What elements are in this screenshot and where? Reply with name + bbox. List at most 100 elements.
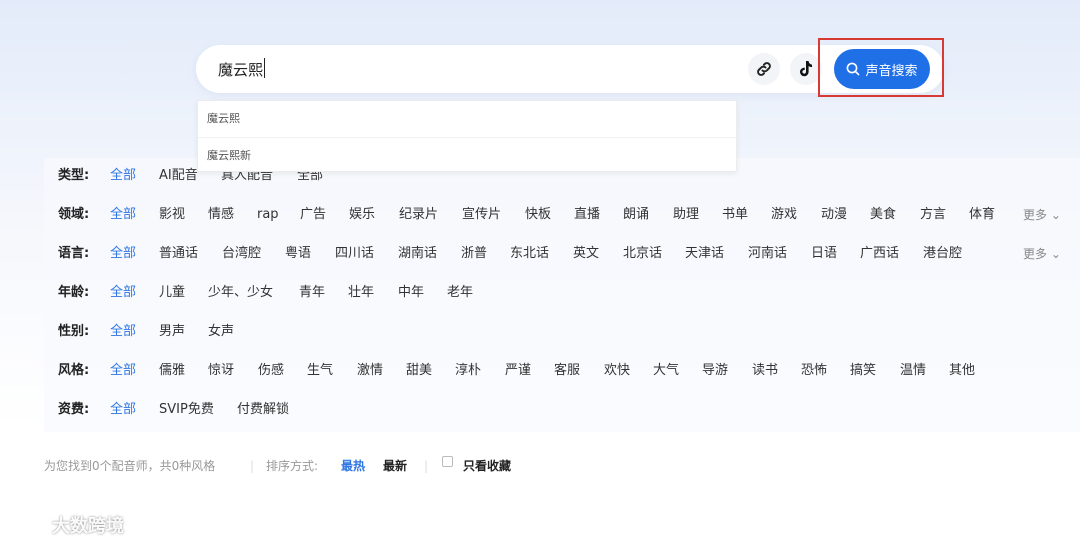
filter-option[interactable]: 美食 bbox=[870, 205, 896, 225]
more-toggle[interactable]: 更多 ⌄ bbox=[1023, 205, 1061, 225]
filter-panel: 类型: 全部 AI配音 真人配音 全部 领域: 全部 影视 情感 rap 广告 … bbox=[44, 158, 1080, 432]
filter-option[interactable]: 影视 bbox=[159, 205, 185, 225]
filter-option[interactable]: 广告 bbox=[300, 205, 326, 225]
filter-row-domain: 领域: 全部 影视 情感 rap 广告 娱乐 纪录片 宣传片 快板 直播 朗诵 … bbox=[58, 205, 1078, 225]
watermark: 大数跨境 bbox=[8, 512, 124, 538]
filter-option[interactable]: 读书 bbox=[752, 361, 778, 381]
suggestion-item[interactable]: 魔云熙 bbox=[198, 101, 736, 137]
only-favorites-checkbox[interactable] bbox=[442, 456, 453, 467]
filter-option[interactable]: 台湾腔 bbox=[222, 244, 261, 264]
filter-option[interactable]: 情感 bbox=[208, 205, 234, 225]
more-toggle[interactable]: 更多 ⌄ bbox=[1023, 244, 1061, 264]
filter-option[interactable]: 激情 bbox=[357, 361, 383, 381]
filter-option[interactable]: 北京话 bbox=[623, 244, 662, 264]
filter-label: 资费: bbox=[58, 402, 90, 417]
filter-option[interactable]: 其他 bbox=[949, 361, 975, 381]
filter-option[interactable]: 全部 bbox=[110, 205, 136, 225]
filter-label: 年龄: bbox=[58, 285, 90, 300]
tiktok-music-icon bbox=[800, 61, 812, 77]
filter-option[interactable]: 方言 bbox=[920, 205, 946, 225]
filter-option[interactable]: 直播 bbox=[574, 205, 600, 225]
filter-row-fee: 资费: 全部 SVIP免费 付费解锁 bbox=[58, 400, 1078, 420]
filter-option[interactable]: 恐怖 bbox=[801, 361, 827, 381]
filter-option[interactable]: 湖南话 bbox=[398, 244, 437, 264]
tiktok-music-button[interactable] bbox=[790, 53, 822, 85]
filter-option[interactable]: 普通话 bbox=[159, 244, 198, 264]
filter-option[interactable]: 全部 bbox=[110, 244, 136, 264]
filter-option[interactable]: 娱乐 bbox=[349, 205, 375, 225]
filter-option[interactable]: 壮年 bbox=[348, 283, 374, 303]
filter-option[interactable]: 中年 bbox=[398, 283, 424, 303]
filter-option[interactable]: 广西话 bbox=[860, 244, 899, 264]
filter-option[interactable]: 体育 bbox=[969, 205, 995, 225]
sort-new-option[interactable]: 最新 bbox=[383, 456, 407, 476]
filter-option[interactable]: 港台腔 bbox=[923, 244, 962, 264]
filter-option[interactable]: 宣传片 bbox=[462, 205, 501, 225]
filter-option[interactable]: 男声 bbox=[159, 322, 185, 342]
sort-hot-option[interactable]: 最热 bbox=[341, 456, 365, 476]
filter-option[interactable]: 四川话 bbox=[335, 244, 374, 264]
filter-label: 领域: bbox=[58, 207, 90, 222]
result-summary: 为您找到0个配音师，共0种风格 bbox=[44, 459, 216, 473]
filter-option[interactable]: 儒雅 bbox=[159, 361, 185, 381]
filter-option[interactable]: 全部 bbox=[110, 322, 136, 342]
filter-option[interactable]: 天津话 bbox=[685, 244, 724, 264]
divider: | bbox=[424, 459, 429, 473]
filter-option[interactable]: 女声 bbox=[208, 322, 234, 342]
filter-option[interactable]: 淳朴 bbox=[455, 361, 481, 381]
sort-label: 排序方式: bbox=[266, 459, 319, 473]
filter-option[interactable]: 惊讶 bbox=[208, 361, 234, 381]
filter-option[interactable]: 浙普 bbox=[461, 244, 487, 264]
filter-option[interactable]: 青年 bbox=[299, 283, 325, 303]
filter-option[interactable]: 粤语 bbox=[285, 244, 311, 264]
filter-option[interactable]: 朗诵 bbox=[623, 205, 649, 225]
filter-option[interactable]: 老年 bbox=[447, 283, 473, 303]
filter-option[interactable]: 客服 bbox=[554, 361, 580, 381]
filter-option[interactable]: 大气 bbox=[653, 361, 679, 381]
filter-label: 性别: bbox=[58, 324, 90, 339]
filter-option[interactable]: 全部 bbox=[110, 400, 136, 420]
filter-option[interactable]: 全部 bbox=[110, 166, 136, 186]
more-label: 更多 bbox=[1023, 208, 1048, 222]
filter-option[interactable]: 助理 bbox=[673, 205, 699, 225]
filter-option[interactable]: 儿童 bbox=[159, 283, 185, 303]
filter-option[interactable]: 日语 bbox=[811, 244, 837, 264]
chevron-down-icon: ⌄ bbox=[1050, 208, 1061, 222]
filter-option[interactable]: 欢快 bbox=[604, 361, 630, 381]
filter-option[interactable]: 书单 bbox=[722, 205, 748, 225]
filter-option[interactable]: 全部 bbox=[110, 283, 136, 303]
voice-search-button[interactable]: 声音搜索 bbox=[834, 49, 930, 89]
filter-option[interactable]: 导游 bbox=[702, 361, 728, 381]
suggestion-item[interactable]: 魔云熙新 bbox=[198, 137, 736, 173]
chevron-down-icon: ⌄ bbox=[1050, 247, 1061, 261]
filter-option[interactable]: SVIP免费 bbox=[159, 400, 214, 420]
filter-row-gender: 性别: 全部 男声 女声 bbox=[58, 322, 1078, 342]
filter-option[interactable]: 付费解锁 bbox=[237, 400, 289, 420]
filter-option[interactable]: AI配音 bbox=[159, 166, 198, 186]
filter-option[interactable]: 东北话 bbox=[510, 244, 549, 264]
filter-row-age: 年龄: 全部 儿童 少年、少女 青年 壮年 中年 老年 bbox=[58, 283, 1078, 303]
filter-option[interactable]: 快板 bbox=[525, 205, 551, 225]
filter-option[interactable]: 纪录片 bbox=[399, 205, 438, 225]
filter-option[interactable]: 生气 bbox=[307, 361, 333, 381]
voice-search-button-label: 声音搜索 bbox=[865, 62, 918, 78]
filter-option[interactable]: 游戏 bbox=[771, 205, 797, 225]
filter-option[interactable]: 温情 bbox=[900, 361, 926, 381]
filter-option[interactable]: 河南话 bbox=[748, 244, 787, 264]
filter-option[interactable]: 全部 bbox=[110, 361, 136, 381]
suggestion-dropdown: 魔云熙 魔云熙新 bbox=[197, 100, 737, 172]
only-favorites-label[interactable]: 只看收藏 bbox=[463, 456, 511, 476]
link-button[interactable] bbox=[748, 53, 780, 85]
filter-option[interactable]: 动漫 bbox=[821, 205, 847, 225]
divider: | bbox=[250, 459, 255, 473]
filter-option[interactable]: 严谨 bbox=[505, 361, 531, 381]
filter-option[interactable]: 搞笑 bbox=[850, 361, 876, 381]
filter-option[interactable]: 伤感 bbox=[258, 361, 284, 381]
filter-option[interactable]: rap bbox=[257, 205, 279, 225]
logo-icon bbox=[10, 516, 45, 533]
filter-option[interactable]: 甜美 bbox=[406, 361, 432, 381]
filter-option[interactable]: 英文 bbox=[573, 244, 599, 264]
link-icon bbox=[757, 62, 771, 76]
filter-option[interactable]: 少年、少女 bbox=[208, 283, 273, 303]
search-input[interactable] bbox=[218, 57, 718, 81]
